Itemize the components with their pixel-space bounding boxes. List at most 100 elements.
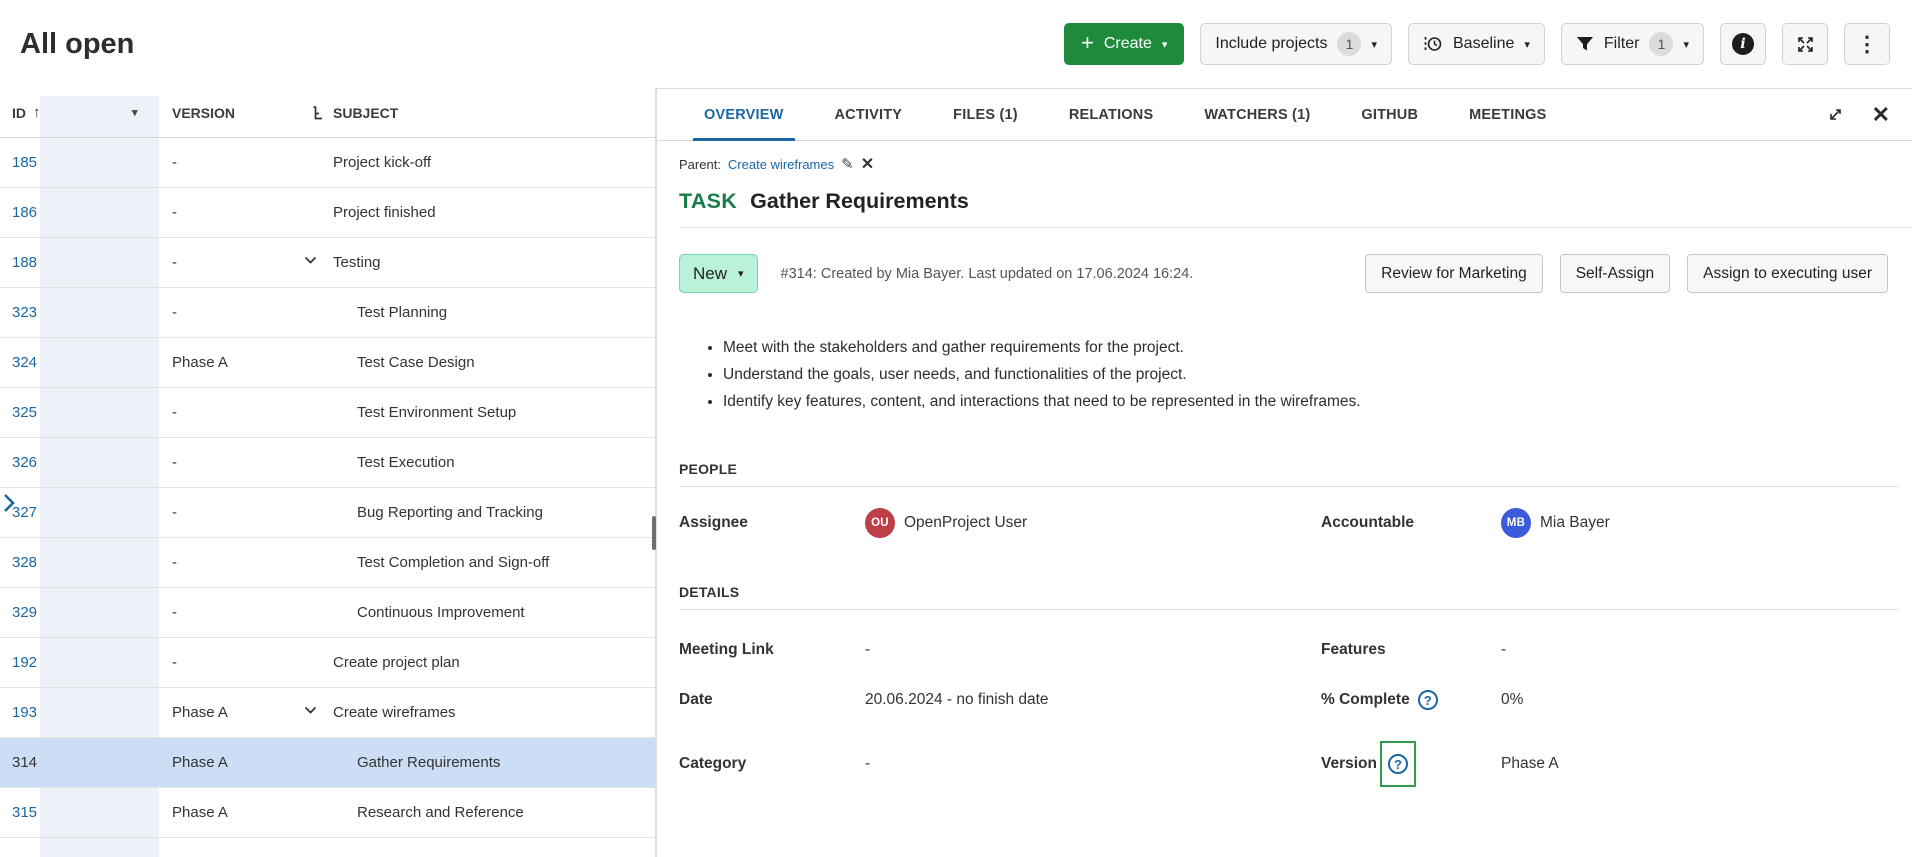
column-header-subject[interactable]: SUBJECT xyxy=(310,105,655,121)
status-row: New ▾ #314: Created by Mia Bayer. Last u… xyxy=(679,254,1888,293)
panel-expand-icon[interactable] xyxy=(1826,106,1844,124)
work-package-id-link[interactable]: 193 xyxy=(0,704,160,721)
subject-column-label: SUBJECT xyxy=(333,105,398,121)
include-projects-button[interactable]: Include projects 1 ▾ xyxy=(1200,23,1392,65)
filter-button[interactable]: Filter 1 ▾ xyxy=(1561,23,1704,65)
table-row[interactable]: 186-Project finished xyxy=(0,188,655,238)
subject-text[interactable]: Test Case Design xyxy=(357,354,475,371)
work-package-id-link[interactable]: 324 xyxy=(0,354,160,371)
accountable-value[interactable]: MBMia Bayer xyxy=(1501,508,1898,538)
work-package-id-link[interactable]: 329 xyxy=(0,604,160,621)
collapse-chevron-icon[interactable] xyxy=(304,706,317,715)
tab-watchers-1[interactable]: WATCHERS (1) xyxy=(1201,89,1313,140)
tab-overview[interactable]: OVERVIEW xyxy=(701,89,787,140)
version-cell: - xyxy=(160,404,310,421)
subject-text[interactable]: Project finished xyxy=(333,204,436,221)
work-package-title[interactable]: Gather Requirements xyxy=(750,189,969,214)
collapse-chevron-icon[interactable] xyxy=(304,256,317,265)
meeting-link-value[interactable]: - xyxy=(865,641,1321,659)
table-row[interactable]: 315Phase AResearch and Reference xyxy=(0,788,655,838)
work-package-id-link[interactable]: 188 xyxy=(0,254,160,271)
table-row[interactable]: 324Phase ATest Case Design xyxy=(0,338,655,388)
baseline-button[interactable]: Baseline ▾ xyxy=(1408,23,1545,65)
work-package-id-link[interactable]: 327 xyxy=(0,504,160,521)
table-row[interactable]: 326-Test Execution xyxy=(0,438,655,488)
sidebar-expand-icon[interactable] xyxy=(1,492,17,514)
subject-text[interactable]: Test Environment Setup xyxy=(357,404,516,421)
category-value[interactable]: - xyxy=(865,755,1321,773)
avatar: OU xyxy=(865,508,895,538)
hierarchy-icon[interactable] xyxy=(311,105,326,121)
column-header-version[interactable]: VERSION xyxy=(160,105,310,121)
help-icon[interactable]: ? xyxy=(1388,754,1408,774)
parent-link[interactable]: Create wireframes xyxy=(728,157,834,172)
work-package-id-link[interactable]: 326 xyxy=(0,454,160,471)
review-for-marketing-button[interactable]: Review for Marketing xyxy=(1365,254,1543,293)
accountable-user-name[interactable]: Mia Bayer xyxy=(1540,514,1610,532)
table-row[interactable]: 328-Test Completion and Sign-off xyxy=(0,538,655,588)
column-header-id[interactable]: ID ↑ ▾ xyxy=(0,104,160,121)
kebab-menu-icon: ⋮ xyxy=(1857,34,1878,55)
assignee-user-name[interactable]: OpenProject User xyxy=(904,514,1027,532)
tab-github[interactable]: GITHUB xyxy=(1358,89,1421,140)
table-row[interactable]: 325- Test Environment Setup xyxy=(0,388,655,438)
work-package-id-link[interactable]: 315 xyxy=(0,804,160,821)
status-value: New xyxy=(693,264,727,284)
tab-relations[interactable]: RELATIONS xyxy=(1066,89,1157,140)
table-row[interactable]: 185-Project kick-off xyxy=(0,138,655,188)
subject-text[interactable]: Create project plan xyxy=(333,654,460,671)
subject-text[interactable]: Research and Reference xyxy=(357,804,524,821)
subject-text[interactable]: Continuous Improvement xyxy=(357,604,525,621)
table-row[interactable]: 192-Create project plan xyxy=(0,638,655,688)
split-resize-handle[interactable] xyxy=(652,516,656,550)
panel-close-icon[interactable]: ✕ xyxy=(1872,102,1890,128)
work-package-id-link[interactable]: 323 xyxy=(0,304,160,321)
subject-text[interactable]: Gather Requirements xyxy=(357,754,500,771)
subject-text[interactable]: Testing xyxy=(333,254,381,271)
features-value[interactable]: - xyxy=(1501,641,1898,659)
work-package-id-link[interactable]: 314 xyxy=(0,754,160,771)
self-assign-button[interactable]: Self-Assign xyxy=(1560,254,1670,293)
table-row[interactable]: 188-Testing xyxy=(0,238,655,288)
table-row[interactable]: 327-Bug Reporting and Tracking xyxy=(0,488,655,538)
status-dropdown-button[interactable]: New ▾ xyxy=(679,254,758,293)
work-package-id-link[interactable]: 325 xyxy=(0,404,160,421)
assignee-value[interactable]: OU OpenProject User xyxy=(865,508,1321,538)
subject-text[interactable]: Bug Reporting and Tracking xyxy=(357,504,543,521)
assign-to-executing-user-button[interactable]: Assign to executing user xyxy=(1687,254,1888,293)
date-value[interactable]: 20.06.2024 - no finish date xyxy=(865,691,1321,709)
subject-text[interactable]: Create wireframes xyxy=(333,704,456,721)
tab-meetings[interactable]: MEETINGS xyxy=(1466,89,1549,140)
baseline-label: Baseline xyxy=(1453,35,1514,53)
description-bullet: Identify key features, content, and inte… xyxy=(723,393,1912,411)
work-package-detail-panel: OVERVIEW ACTIVITY FILES (1) RELATIONS WATCHE… xyxy=(656,88,1912,857)
filter-funnel-icon xyxy=(1576,36,1594,53)
info-button[interactable]: i xyxy=(1720,23,1766,65)
tab-files-1[interactable]: FILES (1) xyxy=(950,89,1021,140)
work-package-id-link[interactable]: 192 xyxy=(0,654,160,671)
more-options-button[interactable]: ⋮ xyxy=(1844,23,1890,65)
info-icon: i xyxy=(1732,33,1754,55)
subject-text[interactable]: Test Execution xyxy=(357,454,455,471)
attr-label-text: Meeting Link xyxy=(679,641,774,659)
table-row[interactable]: 314Phase AGather Requirements xyxy=(0,738,655,788)
edit-pencil-icon[interactable]: ✎ xyxy=(841,155,854,173)
subject-text[interactable]: Test Completion and Sign-off xyxy=(357,554,549,571)
work-package-id-link[interactable]: 186 xyxy=(0,204,160,221)
tab-activity[interactable]: ACTIVITY xyxy=(832,89,906,140)
work-package-id-link[interactable]: 328 xyxy=(0,554,160,571)
subject-text[interactable]: Test Planning xyxy=(357,304,447,321)
table-row[interactable]: 323-Test Planning xyxy=(0,288,655,338)
-complete-value[interactable]: 0% xyxy=(1501,691,1898,709)
fullscreen-button[interactable] xyxy=(1782,23,1828,65)
subject-text[interactable]: Project kick-off xyxy=(333,154,431,171)
chevron-down-icon[interactable]: ▾ xyxy=(132,108,138,119)
create-button[interactable]: + Create ▾ xyxy=(1064,23,1184,65)
help-icon[interactable]: ? xyxy=(1418,690,1438,710)
version-value[interactable]: Phase A xyxy=(1501,755,1898,773)
work-package-id-link[interactable]: 185 xyxy=(0,154,160,171)
remove-parent-icon[interactable]: ✕ xyxy=(861,154,874,174)
table-row[interactable]: 193Phase ACreate wireframes xyxy=(0,688,655,738)
table-row[interactable]: 329-Continuous Improvement xyxy=(0,588,655,638)
work-package-type-badge[interactable]: TASK xyxy=(679,189,737,214)
